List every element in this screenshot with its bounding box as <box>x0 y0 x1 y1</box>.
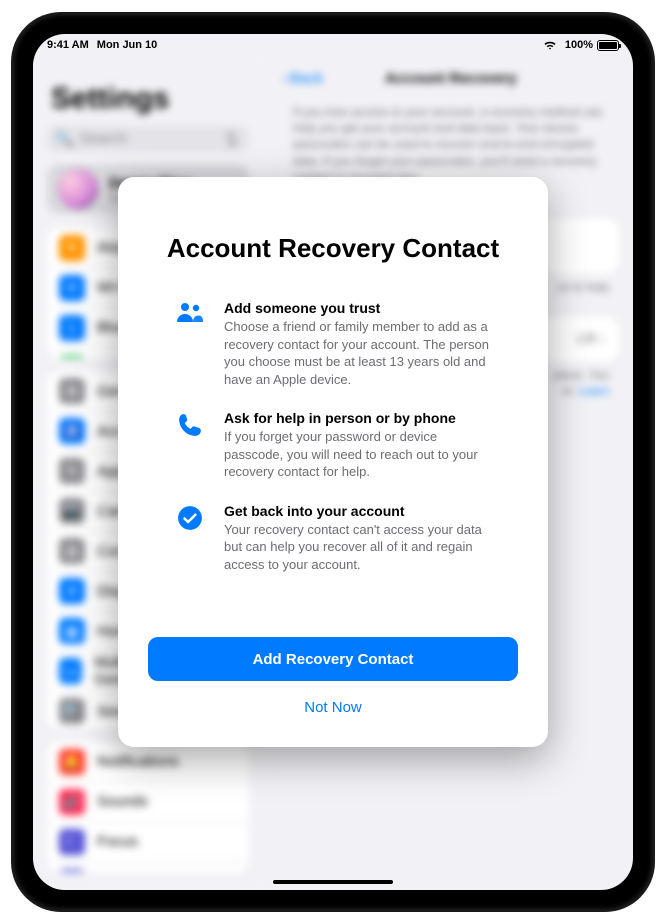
detail-title: Account Recovery <box>385 70 517 87</box>
sidebar-item-notifications[interactable]: 🔔 Notifications <box>47 742 249 782</box>
feature-description: Choose a friend or family member to add … <box>224 318 492 388</box>
sidebar-title: Settings <box>37 58 259 122</box>
sidebar-item-sounds[interactable]: 🔊 Sounds <box>47 782 249 822</box>
feature-description: If you forget your password or device pa… <box>224 428 492 481</box>
search-settings-icon: 🔍 <box>59 698 85 724</box>
sidebar-section-3: 🔔 Notifications 🔊 Sounds ☾ Focus ⏳Screen Time <box>47 742 249 872</box>
status-bar: 9:41 AM Mon Jun 10 100% <box>33 34 633 54</box>
avatar <box>57 168 99 210</box>
chevron-left-icon: ‹ <box>283 70 288 87</box>
feature-title: Add someone you trust <box>224 300 492 316</box>
sidebar-item-focus[interactable]: ☾ Focus <box>47 822 249 862</box>
modal-feature-list: Add someone you trust Choose a friend or … <box>148 300 518 573</box>
control-center-icon: ⊞ <box>59 538 85 564</box>
home-indicator[interactable] <box>273 880 393 884</box>
feature-title: Ask for help in person or by phone <box>224 410 492 426</box>
people-icon <box>174 302 206 388</box>
back-button[interactable]: ‹ Back <box>283 70 323 87</box>
battery-icon: ▮ <box>59 355 85 358</box>
general-icon: ⚙ <box>59 378 85 404</box>
detail-header: ‹ Back Account Recovery <box>279 58 623 98</box>
bluetooth-icon: ᛒ <box>59 315 85 341</box>
ipad-frame: 9:41 AM Mon Jun 10 100% Settings 🔍 Searc… <box>13 14 653 910</box>
accessibility-icon: ♿ <box>59 418 85 444</box>
modal-title: Account Recovery Contact <box>148 233 518 264</box>
sidebar-item-label: Focus <box>97 833 138 850</box>
screen-time-icon: ⏳ <box>59 869 85 872</box>
apple-pencil-icon: ✎ <box>59 458 85 484</box>
feature-title: Get back into your account <box>224 503 492 519</box>
phone-icon <box>174 412 206 481</box>
mic-icon[interactable]: 🎙 <box>222 130 241 148</box>
status-date: Mon Jun 10 <box>97 39 158 51</box>
chevron-right-icon: › <box>600 331 605 348</box>
sounds-icon: 🔊 <box>59 789 85 815</box>
sidebar-item-label: Notifications <box>97 753 179 770</box>
add-recovery-contact-button[interactable]: Add Recovery Contact <box>148 637 518 681</box>
battery-icon <box>597 40 619 51</box>
recovery-contact-modal: Account Recovery Contact Add someone you… <box>118 177 548 747</box>
feature-description: Your recovery contact can't access your … <box>224 521 492 574</box>
home-screen-icon: ▦ <box>59 618 85 644</box>
back-label: Back <box>290 70 323 87</box>
wifi-status-icon <box>543 40 557 50</box>
search-icon: 🔍 <box>55 130 74 148</box>
recovery-key-value: Off <box>576 331 596 348</box>
wifi-icon: ᯤ <box>59 275 85 301</box>
airplane-icon: ✈ <box>59 235 85 261</box>
notifications-icon: 🔔 <box>59 749 85 775</box>
not-now-button[interactable]: Not Now <box>304 691 362 723</box>
status-time: 9:41 AM <box>47 39 89 51</box>
search-field[interactable]: 🔍 Search 🎙 <box>47 126 249 152</box>
camera-icon: 📷 <box>59 498 85 524</box>
modal-feature: Add someone you trust Choose a friend or … <box>174 300 492 388</box>
sidebar-item-screen-time[interactable]: ⏳Screen Time <box>47 862 249 872</box>
search-placeholder: Search <box>80 130 128 147</box>
checkmark-seal-icon <box>174 505 206 574</box>
display-icon: ☀ <box>59 578 85 604</box>
modal-feature: Get back into your account Your recovery … <box>174 503 492 574</box>
modal-feature: Ask for help in person or by phone If you… <box>174 410 492 481</box>
screen: 9:41 AM Mon Jun 10 100% Settings 🔍 Searc… <box>33 34 633 890</box>
battery-status: 100% <box>565 39 619 51</box>
learn-more-link[interactable]: Learn <box>578 384 609 398</box>
sidebar-item-label: Sounds <box>97 793 148 810</box>
multitasking-icon: ▭ <box>59 658 82 684</box>
focus-icon: ☾ <box>59 829 85 855</box>
battery-pct: 100% <box>565 39 593 51</box>
